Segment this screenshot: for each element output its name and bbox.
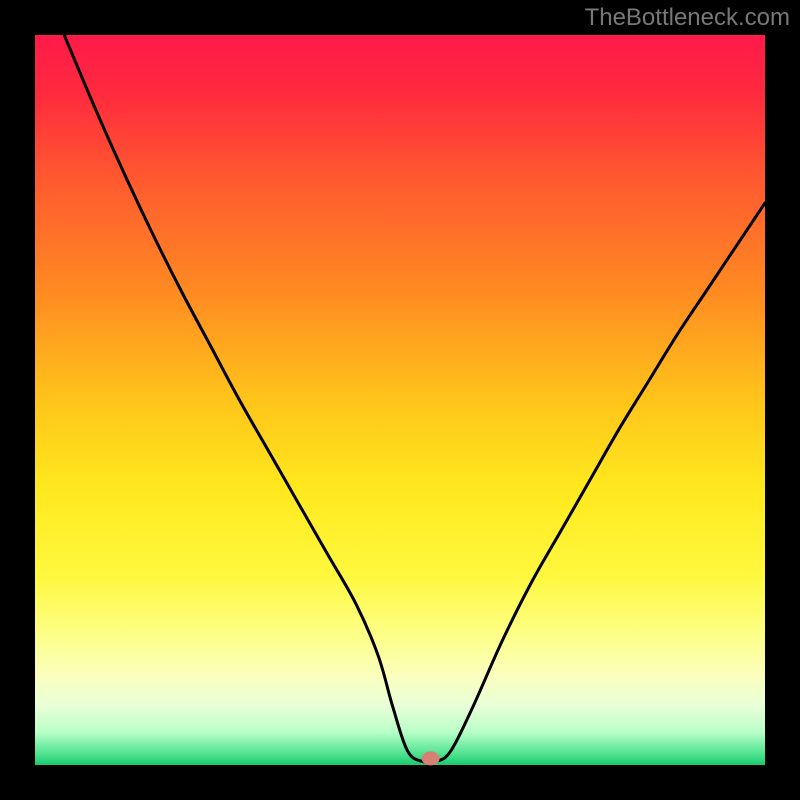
chart-frame: { "watermark": "TheBottleneck.com", "cha… bbox=[0, 0, 800, 800]
optimum-marker bbox=[422, 751, 440, 765]
watermark-text: TheBottleneck.com bbox=[585, 4, 790, 32]
chart-background bbox=[35, 35, 765, 765]
bottleneck-chart bbox=[0, 0, 800, 800]
